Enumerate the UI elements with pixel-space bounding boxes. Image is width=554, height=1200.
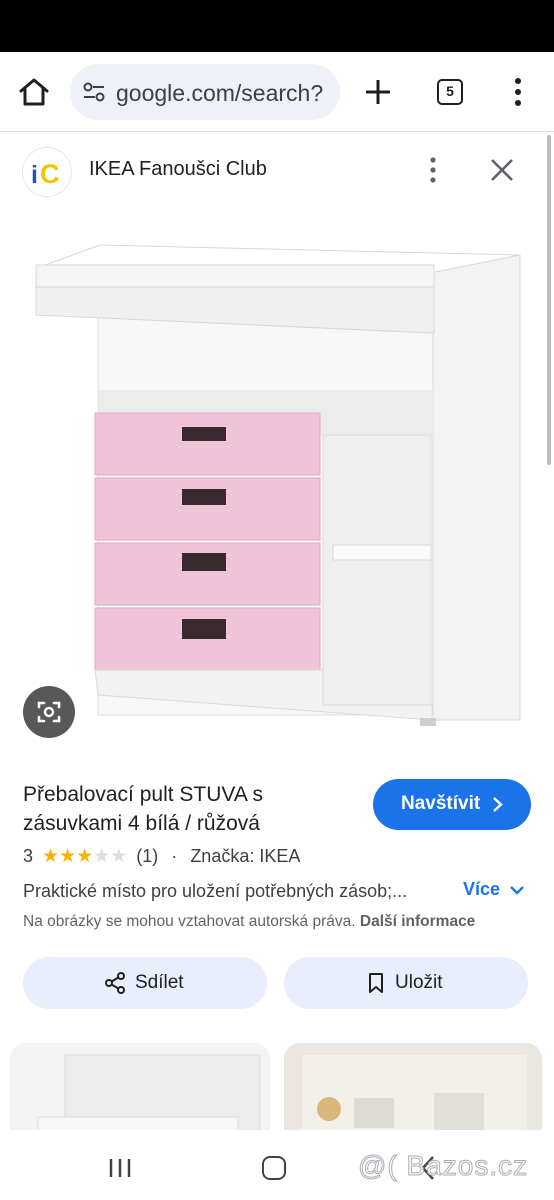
home-icon[interactable] — [16, 74, 52, 110]
copyright-notice: Na obrázky se mohou vztahovat autorská p… — [23, 913, 475, 931]
scrollbar[interactable] — [547, 135, 551, 465]
share-label: Sdílet — [135, 972, 184, 993]
url-text: google.com/search? — [116, 80, 324, 106]
more-icon[interactable] — [423, 155, 443, 185]
address-bar[interactable]: google.com/search? — [70, 64, 340, 120]
browser-toolbar: google.com/search? 5 — [0, 52, 554, 132]
star-filled-icon: ★ — [59, 845, 77, 867]
separator: · — [171, 845, 178, 866]
close-icon[interactable] — [489, 157, 515, 183]
more-options-icon[interactable] — [508, 76, 528, 108]
more-label: Více — [463, 879, 501, 899]
star-filled-icon: ★ — [76, 845, 94, 867]
product-description: Praktické místo pro uložení potřebných z… — [23, 881, 408, 901]
rating-row: 3 ★★★★★ (1) · Značka: IKEA — [23, 845, 300, 869]
tab-switcher-button[interactable]: 5 — [437, 79, 463, 105]
visit-label: Navštívit — [401, 793, 481, 814]
lens-icon — [37, 701, 61, 723]
brand: Značka: IKEA — [190, 845, 301, 866]
source-header: i C IKEA Fanoušci Club — [0, 133, 554, 205]
status-bar — [0, 0, 554, 52]
ic-logo-icon: i C — [31, 159, 60, 189]
product-image[interactable] — [0, 215, 554, 755]
share-button[interactable]: Sdílet — [23, 957, 267, 1009]
site-settings-icon[interactable] — [82, 81, 106, 103]
save-label: Uložit — [395, 972, 443, 993]
site-logo[interactable]: i C — [22, 147, 72, 197]
rating-value: 3 — [23, 845, 34, 866]
bookmark-icon — [369, 973, 383, 993]
svg-text:C: C — [40, 159, 60, 189]
site-name[interactable]: IKEA Fanoušci Club — [89, 158, 267, 181]
description-row: Praktické místo pro uložení potřebných z… — [23, 879, 533, 905]
new-tab-icon[interactable] — [362, 76, 394, 108]
home-nav-button[interactable] — [262, 1156, 286, 1180]
svg-text:i: i — [31, 161, 38, 189]
star-filled-icon: ★ — [42, 845, 60, 867]
watermark: @( Bazos.cz — [357, 1150, 529, 1182]
product-title: Přebalovací pult STUVA s zásuvkami 4 bíl… — [23, 783, 264, 835]
chevron-down-icon — [510, 886, 524, 895]
more-info-link[interactable]: Další informace — [360, 913, 475, 930]
visit-button[interactable]: Navštívit — [373, 779, 531, 830]
copyright-text: Na obrázky se mohou vztahovat autorská p… — [23, 913, 356, 930]
share-icon — [105, 972, 125, 994]
more-button[interactable]: Více — [463, 879, 525, 900]
review-count[interactable]: (1) — [136, 846, 158, 867]
rating-stars: ★★★★★ — [42, 846, 127, 867]
recent-apps-icon[interactable] — [107, 1157, 133, 1179]
lens-search-button[interactable] — [23, 686, 75, 738]
save-button[interactable]: Uložit — [284, 957, 528, 1009]
star-empty-icon: ★ — [110, 845, 128, 867]
chevron-right-icon — [493, 797, 503, 812]
star-empty-icon: ★ — [93, 845, 111, 867]
